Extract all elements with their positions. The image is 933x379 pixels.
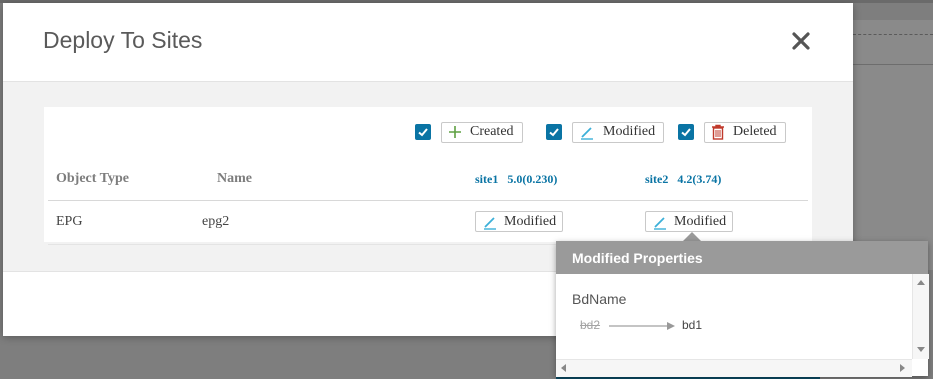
deleted-pill: Deleted bbox=[704, 121, 786, 143]
scroll-down-icon[interactable] bbox=[917, 347, 925, 352]
column-header-name: Name bbox=[217, 171, 252, 186]
property-new-value: bd1 bbox=[682, 318, 703, 332]
backdrop-divider bbox=[853, 64, 933, 65]
modified-filter-checkbox[interactable] bbox=[546, 124, 562, 140]
checkbox-checked-icon bbox=[549, 128, 559, 137]
close-button[interactable] bbox=[789, 29, 813, 53]
legend-created: Created bbox=[415, 121, 523, 143]
deleted-filter-checkbox[interactable] bbox=[678, 124, 694, 140]
popover-title: Modified Properties bbox=[556, 241, 928, 274]
site1-status-badge[interactable]: Modified bbox=[475, 211, 564, 232]
arrow-right-icon bbox=[609, 322, 675, 330]
column-header-site2: site2 4.2(3.74) bbox=[645, 172, 721, 187]
pencil-icon bbox=[652, 214, 668, 230]
checkbox-checked-icon bbox=[418, 128, 428, 137]
scroll-up-icon[interactable] bbox=[917, 280, 925, 285]
dialog-header: Deploy To Sites bbox=[3, 3, 853, 82]
row-name: epg2 bbox=[202, 214, 230, 229]
backdrop-divider bbox=[853, 34, 933, 35]
pencil-icon bbox=[482, 214, 498, 230]
property-old-value: bd2 bbox=[580, 318, 601, 332]
dialog-title: Deploy To Sites bbox=[43, 27, 203, 53]
modified-pill: Modified bbox=[572, 121, 665, 143]
site-name: site2 bbox=[645, 172, 669, 186]
deleted-label: Deleted bbox=[733, 124, 777, 139]
modified-label: Modified bbox=[603, 124, 656, 139]
site-name: site1 bbox=[475, 172, 499, 186]
legend-modified: Modified bbox=[546, 121, 665, 143]
site-version: 5.0(0.230) bbox=[507, 172, 558, 186]
column-header-object-type: Object Type bbox=[56, 171, 129, 186]
checkbox-checked-icon bbox=[681, 128, 691, 137]
trash-icon bbox=[711, 124, 725, 140]
created-pill: Created bbox=[441, 121, 523, 143]
header-divider bbox=[48, 200, 808, 201]
popover-pointer bbox=[683, 232, 701, 241]
status-label: Modified bbox=[674, 213, 727, 229]
site-version: 4.2(3.74) bbox=[677, 172, 722, 186]
property-name: BdName bbox=[572, 291, 627, 307]
horizontal-scrollbar[interactable] bbox=[556, 359, 912, 377]
popover-content: BdName bd2 bd1 bbox=[556, 274, 912, 359]
column-header-site1: site1 5.0(0.230) bbox=[475, 172, 557, 187]
pencil-icon bbox=[579, 124, 595, 140]
scroll-right-icon[interactable] bbox=[900, 364, 905, 372]
row-object-type: EPG bbox=[56, 214, 83, 229]
vertical-scrollbar[interactable] bbox=[912, 274, 929, 359]
legend-deleted: Deleted bbox=[678, 121, 786, 143]
deploy-table-panel: Created Modified Deleted Object Type Nam… bbox=[44, 107, 812, 245]
status-label: Modified bbox=[504, 213, 557, 229]
backdrop-page bbox=[853, 20, 933, 270]
site2-status-badge[interactable]: Modified bbox=[645, 211, 734, 232]
scroll-left-icon[interactable] bbox=[561, 364, 566, 372]
close-icon bbox=[792, 32, 810, 50]
plus-icon bbox=[448, 125, 462, 139]
created-filter-checkbox[interactable] bbox=[415, 124, 431, 140]
created-label: Created bbox=[470, 124, 514, 139]
modified-properties-popover: Modified Properties BdName bd2 bd1 bbox=[556, 241, 929, 377]
